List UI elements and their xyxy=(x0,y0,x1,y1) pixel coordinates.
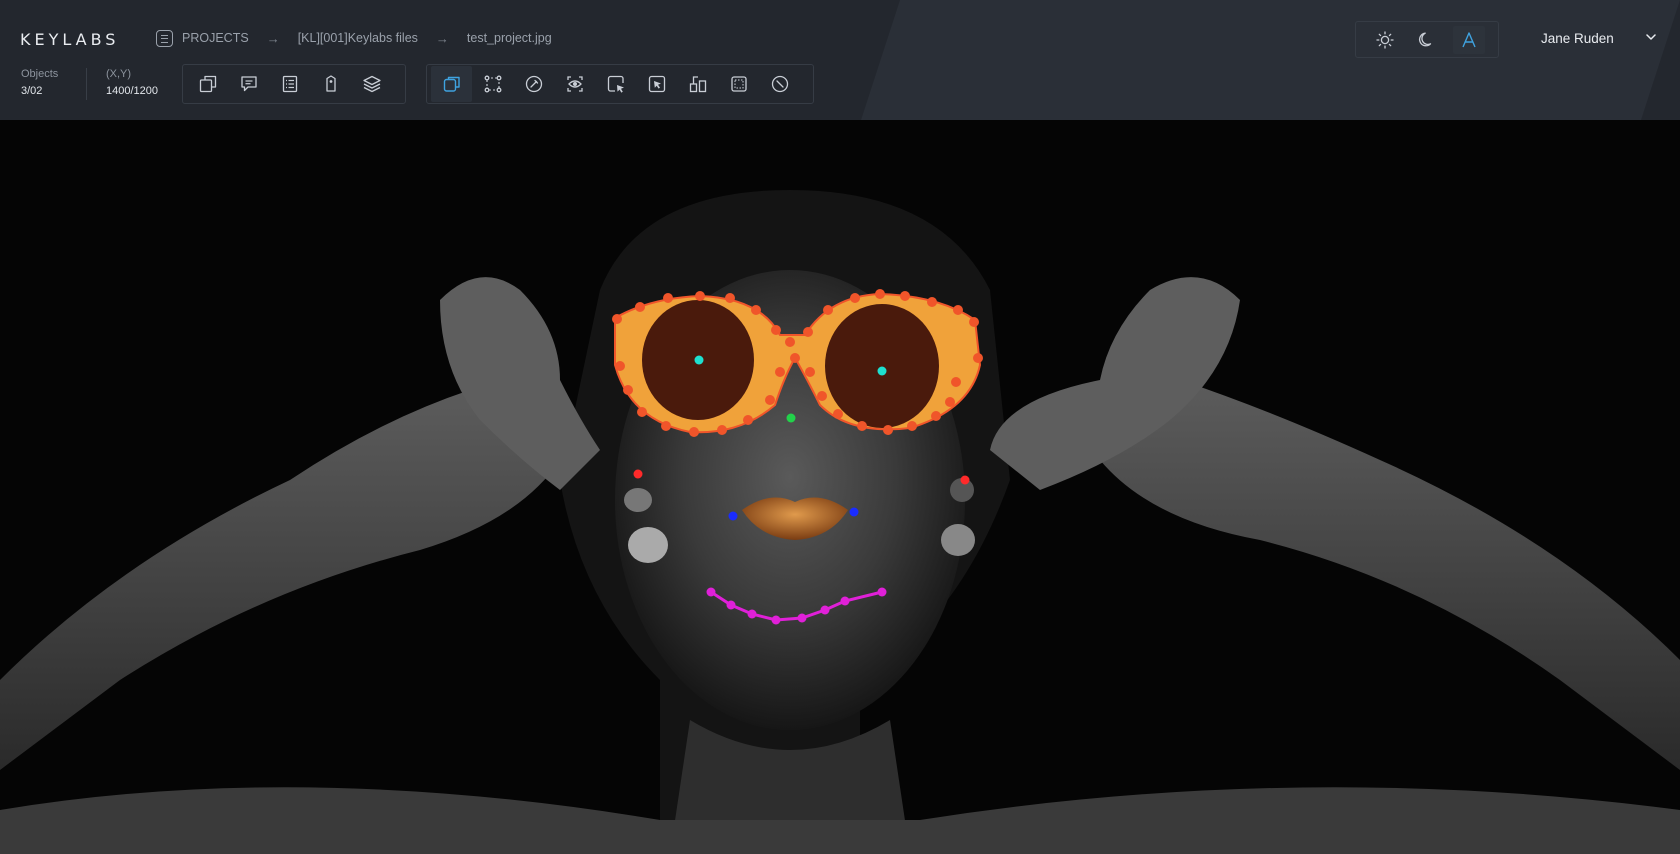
canvas-svg xyxy=(0,190,1680,854)
mouth-right-point[interactable] xyxy=(849,507,859,517)
coords-value: 1400/1200 xyxy=(106,85,158,97)
tag-icon xyxy=(325,75,336,92)
coords-label: (X,Y) xyxy=(106,68,132,80)
magic-wand-icon xyxy=(525,75,542,93)
theme-light-button[interactable] xyxy=(1369,26,1401,54)
breadcrumb-separator: → xyxy=(266,30,280,46)
tool-polygon[interactable] xyxy=(472,66,513,102)
tool-tags[interactable] xyxy=(310,66,351,102)
breadcrumb-file: test_project.jpg xyxy=(466,31,552,45)
tool-disable[interactable] xyxy=(759,66,800,102)
dotted-box-icon xyxy=(730,76,747,92)
tool-bounding-box[interactable] xyxy=(431,66,472,102)
auto-a-icon xyxy=(1462,31,1476,47)
user-name[interactable]: Jane Ruden xyxy=(1541,31,1614,46)
tool-select[interactable] xyxy=(595,66,636,102)
theme-dark-button[interactable] xyxy=(1411,26,1443,54)
breadcrumb-project[interactable]: [KL][001]Keylabs files xyxy=(298,31,418,45)
select-cursor-icon xyxy=(607,75,624,93)
projects-menu-icon[interactable] xyxy=(156,29,173,47)
annotation-canvas[interactable] xyxy=(0,120,1680,854)
left-eye-point[interactable] xyxy=(694,355,704,365)
earring-left-bottom xyxy=(628,527,668,563)
tool-layers[interactable] xyxy=(351,66,392,102)
objects-stat: Objects 3/02 xyxy=(21,68,58,97)
chevron-down-icon[interactable] xyxy=(1644,30,1658,44)
list-icon xyxy=(282,75,297,93)
right-ear-point[interactable] xyxy=(960,475,970,485)
top-bar: KEYLABS PROJECTS → [KL][001]Keylabs file… xyxy=(0,0,1680,120)
mouth-left-point[interactable] xyxy=(728,511,738,521)
left-ear-point[interactable] xyxy=(633,469,643,479)
annotation-toolbar xyxy=(426,64,814,104)
eye-target-icon xyxy=(566,76,583,92)
crop-cursor-icon xyxy=(648,75,665,93)
shapes-icon xyxy=(199,75,216,93)
coords-stat: (X,Y) 1400/1200 xyxy=(106,68,158,97)
right-arm xyxy=(1100,380,1680,770)
tool-dotted-box[interactable] xyxy=(718,66,759,102)
app-logo[interactable]: KEYLABS xyxy=(20,30,119,49)
photo-subject xyxy=(0,190,1680,854)
tool-list[interactable] xyxy=(269,66,310,102)
divider xyxy=(86,68,87,100)
no-entry-icon xyxy=(771,75,788,93)
objects-label: Objects xyxy=(21,68,59,80)
theme-auto-button[interactable] xyxy=(1453,25,1485,54)
tool-magic-wand[interactable] xyxy=(513,66,554,102)
layers-icon xyxy=(362,75,381,93)
tool-eye-target[interactable] xyxy=(554,66,595,102)
polygon-points-icon xyxy=(484,75,501,93)
right-lens xyxy=(825,304,939,428)
nose-point[interactable] xyxy=(786,413,796,423)
tool-shapes[interactable] xyxy=(187,66,228,102)
breadcrumb: PROJECTS → [KL][001]Keylabs files → test… xyxy=(156,28,552,48)
breadcrumb-separator: → xyxy=(435,30,449,46)
breadcrumb-projects[interactable]: PROJECTS xyxy=(182,31,249,45)
bounding-box-icon xyxy=(443,76,460,92)
comment-icon xyxy=(240,76,257,92)
right-eye-point[interactable] xyxy=(877,366,887,376)
earring-right-bottom xyxy=(941,524,975,556)
tool-comments[interactable] xyxy=(228,66,269,102)
objects-value: 3/02 xyxy=(21,85,43,97)
view-toolbar xyxy=(182,64,406,104)
tool-crop-select[interactable] xyxy=(636,66,677,102)
header-row: KEYLABS PROJECTS → [KL][001]Keylabs file… xyxy=(0,18,1680,58)
sun-icon xyxy=(1376,30,1394,49)
split-shapes-icon xyxy=(689,76,706,93)
moon-icon xyxy=(1419,32,1432,46)
toolbar-row: Objects 3/02 (X,Y) 1400/1200 xyxy=(0,62,1680,106)
theme-switcher xyxy=(1355,21,1499,58)
tool-split[interactable] xyxy=(677,66,718,102)
earring-left-top xyxy=(624,488,652,512)
left-arm xyxy=(0,390,560,770)
